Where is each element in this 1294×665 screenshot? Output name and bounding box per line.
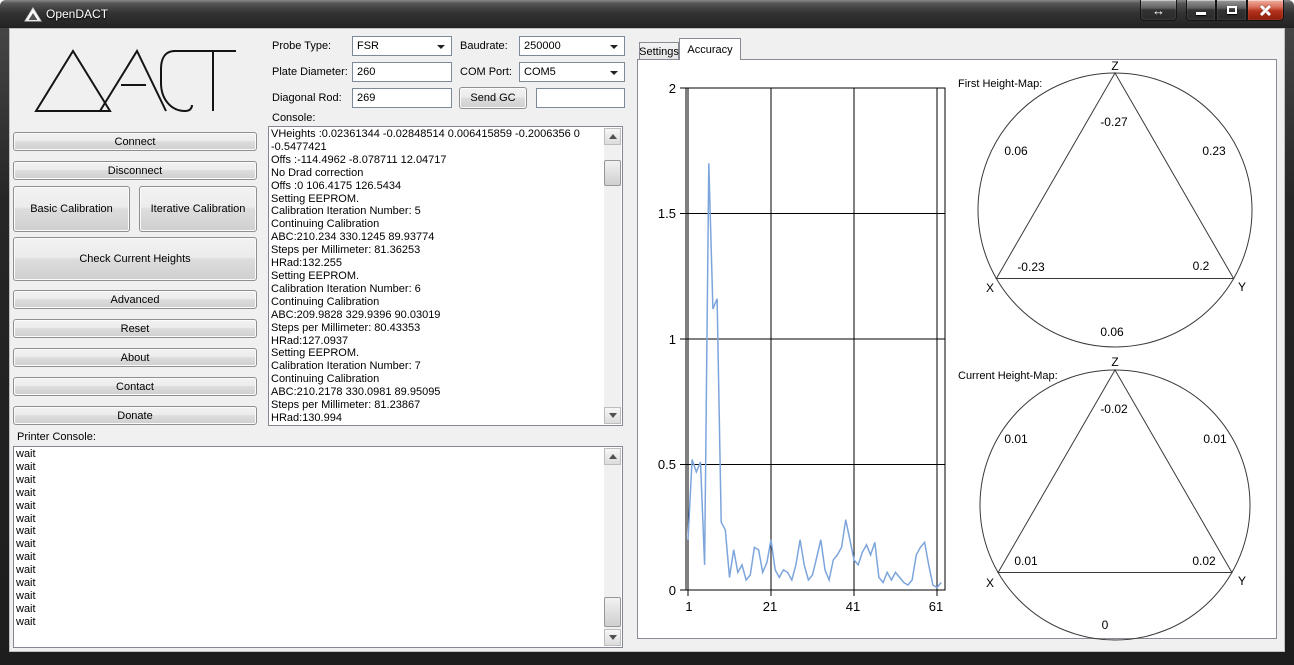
accuracy-series-line xyxy=(688,163,941,587)
maximize-button[interactable] xyxy=(1216,0,1247,21)
svg-text:Z: Z xyxy=(1111,60,1118,73)
svg-text:Z: Z xyxy=(1111,355,1118,369)
svg-text:21: 21 xyxy=(763,599,777,614)
baudrate-select[interactable]: 250000 xyxy=(519,36,625,56)
scroll-up-button[interactable] xyxy=(604,128,621,145)
arrow-up-icon xyxy=(609,134,617,139)
scroll-down-button[interactable] xyxy=(604,407,621,424)
printer-console-label: Printer Console: xyxy=(17,431,96,443)
console-label: Console: xyxy=(272,112,315,124)
disconnect-button[interactable]: Disconnect xyxy=(13,161,257,180)
chevron-down-icon xyxy=(437,45,445,49)
probe-type-label: Probe Type: xyxy=(272,40,331,52)
arrow-down-icon xyxy=(609,635,617,640)
svg-text:Y: Y xyxy=(1238,574,1246,588)
plate-diameter-input[interactable]: 260 xyxy=(352,62,452,82)
about-button[interactable]: About xyxy=(13,348,257,367)
diagonal-rod-label: Diagonal Rod: xyxy=(272,92,342,104)
resize-window-button[interactable]: ↔ xyxy=(1140,0,1177,21)
app-icon xyxy=(24,7,42,22)
svg-text:-0.27: -0.27 xyxy=(1100,115,1128,129)
titlebar[interactable]: OpenDACT ↔ xyxy=(0,0,1294,28)
plate-diameter-label: Plate Diameter: xyxy=(272,66,348,78)
arrow-down-icon xyxy=(609,413,617,418)
svg-text:0.06: 0.06 xyxy=(1004,144,1028,158)
scroll-up-button[interactable] xyxy=(604,448,621,465)
current-height-map: Z X Y -0.02 0.01 0.01 0.01 0.02 0 xyxy=(950,352,1280,652)
maximize-icon xyxy=(1227,6,1237,14)
svg-text:41: 41 xyxy=(846,599,860,614)
svg-text:-0.02: -0.02 xyxy=(1100,402,1128,416)
minimize-button[interactable] xyxy=(1186,0,1216,21)
tab-accuracy[interactable]: Accuracy xyxy=(679,38,741,60)
svg-text:0.2: 0.2 xyxy=(1193,259,1210,273)
advanced-button[interactable]: Advanced xyxy=(13,290,257,309)
connect-button[interactable]: Connect xyxy=(13,132,257,151)
svg-text:0.02: 0.02 xyxy=(1192,554,1216,568)
contact-button[interactable]: Contact xyxy=(13,377,257,396)
tab-settings[interactable]: Settings xyxy=(639,42,679,60)
svg-text:0: 0 xyxy=(669,583,676,598)
com-port-select[interactable]: COM5 xyxy=(519,62,625,82)
svg-text:0.5: 0.5 xyxy=(658,457,676,472)
svg-text:0.01: 0.01 xyxy=(1004,432,1028,446)
baudrate-label: Baudrate: xyxy=(460,40,508,52)
reset-button[interactable]: Reset xyxy=(13,319,257,338)
svg-text:X: X xyxy=(986,281,994,295)
svg-text:61: 61 xyxy=(929,599,943,614)
svg-text:-0.23: -0.23 xyxy=(1017,260,1045,274)
first-height-map: Z X Y -0.27 0.06 0.23 -0.23 0.2 0.06 xyxy=(950,60,1280,360)
probe-type-select[interactable]: FSR xyxy=(352,36,452,56)
accuracy-chart: 2 1.5 1 0.5 0 1 21 41 61 xyxy=(640,70,960,630)
window-title: OpenDACT xyxy=(46,7,108,21)
donate-button[interactable]: Donate xyxy=(13,406,257,425)
gcode-input[interactable] xyxy=(536,88,625,108)
close-button[interactable] xyxy=(1247,0,1284,21)
scrollbar-thumb[interactable] xyxy=(604,160,621,186)
chevron-down-icon xyxy=(610,45,618,49)
resize-arrows-icon: ↔ xyxy=(1152,3,1165,18)
basic-calibration-button[interactable]: Basic Calibration xyxy=(13,186,130,232)
printer-console-output[interactable]: wait wait wait wait wait wait wait wait … xyxy=(13,446,623,648)
dact-logo xyxy=(28,36,260,126)
console-text: VHeights :0.02361344 -0.02848514 0.00641… xyxy=(271,128,603,425)
com-port-label: COM Port: xyxy=(460,66,512,78)
console-scrollbar[interactable] xyxy=(604,128,621,424)
svg-text:0.01: 0.01 xyxy=(1014,554,1038,568)
scroll-down-button[interactable] xyxy=(604,629,621,646)
iterative-calibration-button[interactable]: Iterative Calibration xyxy=(139,186,257,232)
close-icon xyxy=(1260,5,1271,16)
arrow-up-icon xyxy=(609,454,617,459)
svg-text:X: X xyxy=(986,576,994,590)
svg-text:1.5: 1.5 xyxy=(658,206,676,221)
svg-text:0.06: 0.06 xyxy=(1100,325,1124,339)
printer-console-scrollbar[interactable] xyxy=(604,448,621,646)
check-current-heights-button[interactable]: Check Current Heights xyxy=(13,237,257,281)
svg-text:1: 1 xyxy=(669,332,676,347)
svg-text:1: 1 xyxy=(685,599,692,614)
svg-text:0: 0 xyxy=(1102,618,1109,632)
svg-text:Y: Y xyxy=(1238,280,1246,294)
diagonal-rod-input[interactable]: 269 xyxy=(352,88,452,108)
svg-text:0.01: 0.01 xyxy=(1203,432,1227,446)
printer-console-text: wait wait wait wait wait wait wait wait … xyxy=(16,448,603,629)
minimize-icon xyxy=(1196,12,1206,15)
scrollbar-thumb[interactable] xyxy=(604,597,621,627)
chevron-down-icon xyxy=(610,71,618,75)
svg-text:2: 2 xyxy=(669,81,676,96)
console-output[interactable]: VHeights :0.02361344 -0.02848514 0.00641… xyxy=(268,126,623,426)
svg-text:0.23: 0.23 xyxy=(1202,144,1226,158)
send-gc-button[interactable]: Send GC xyxy=(459,87,527,109)
app-window: OpenDACT ↔ Connect Disconnect Basic Cali… xyxy=(0,0,1294,665)
